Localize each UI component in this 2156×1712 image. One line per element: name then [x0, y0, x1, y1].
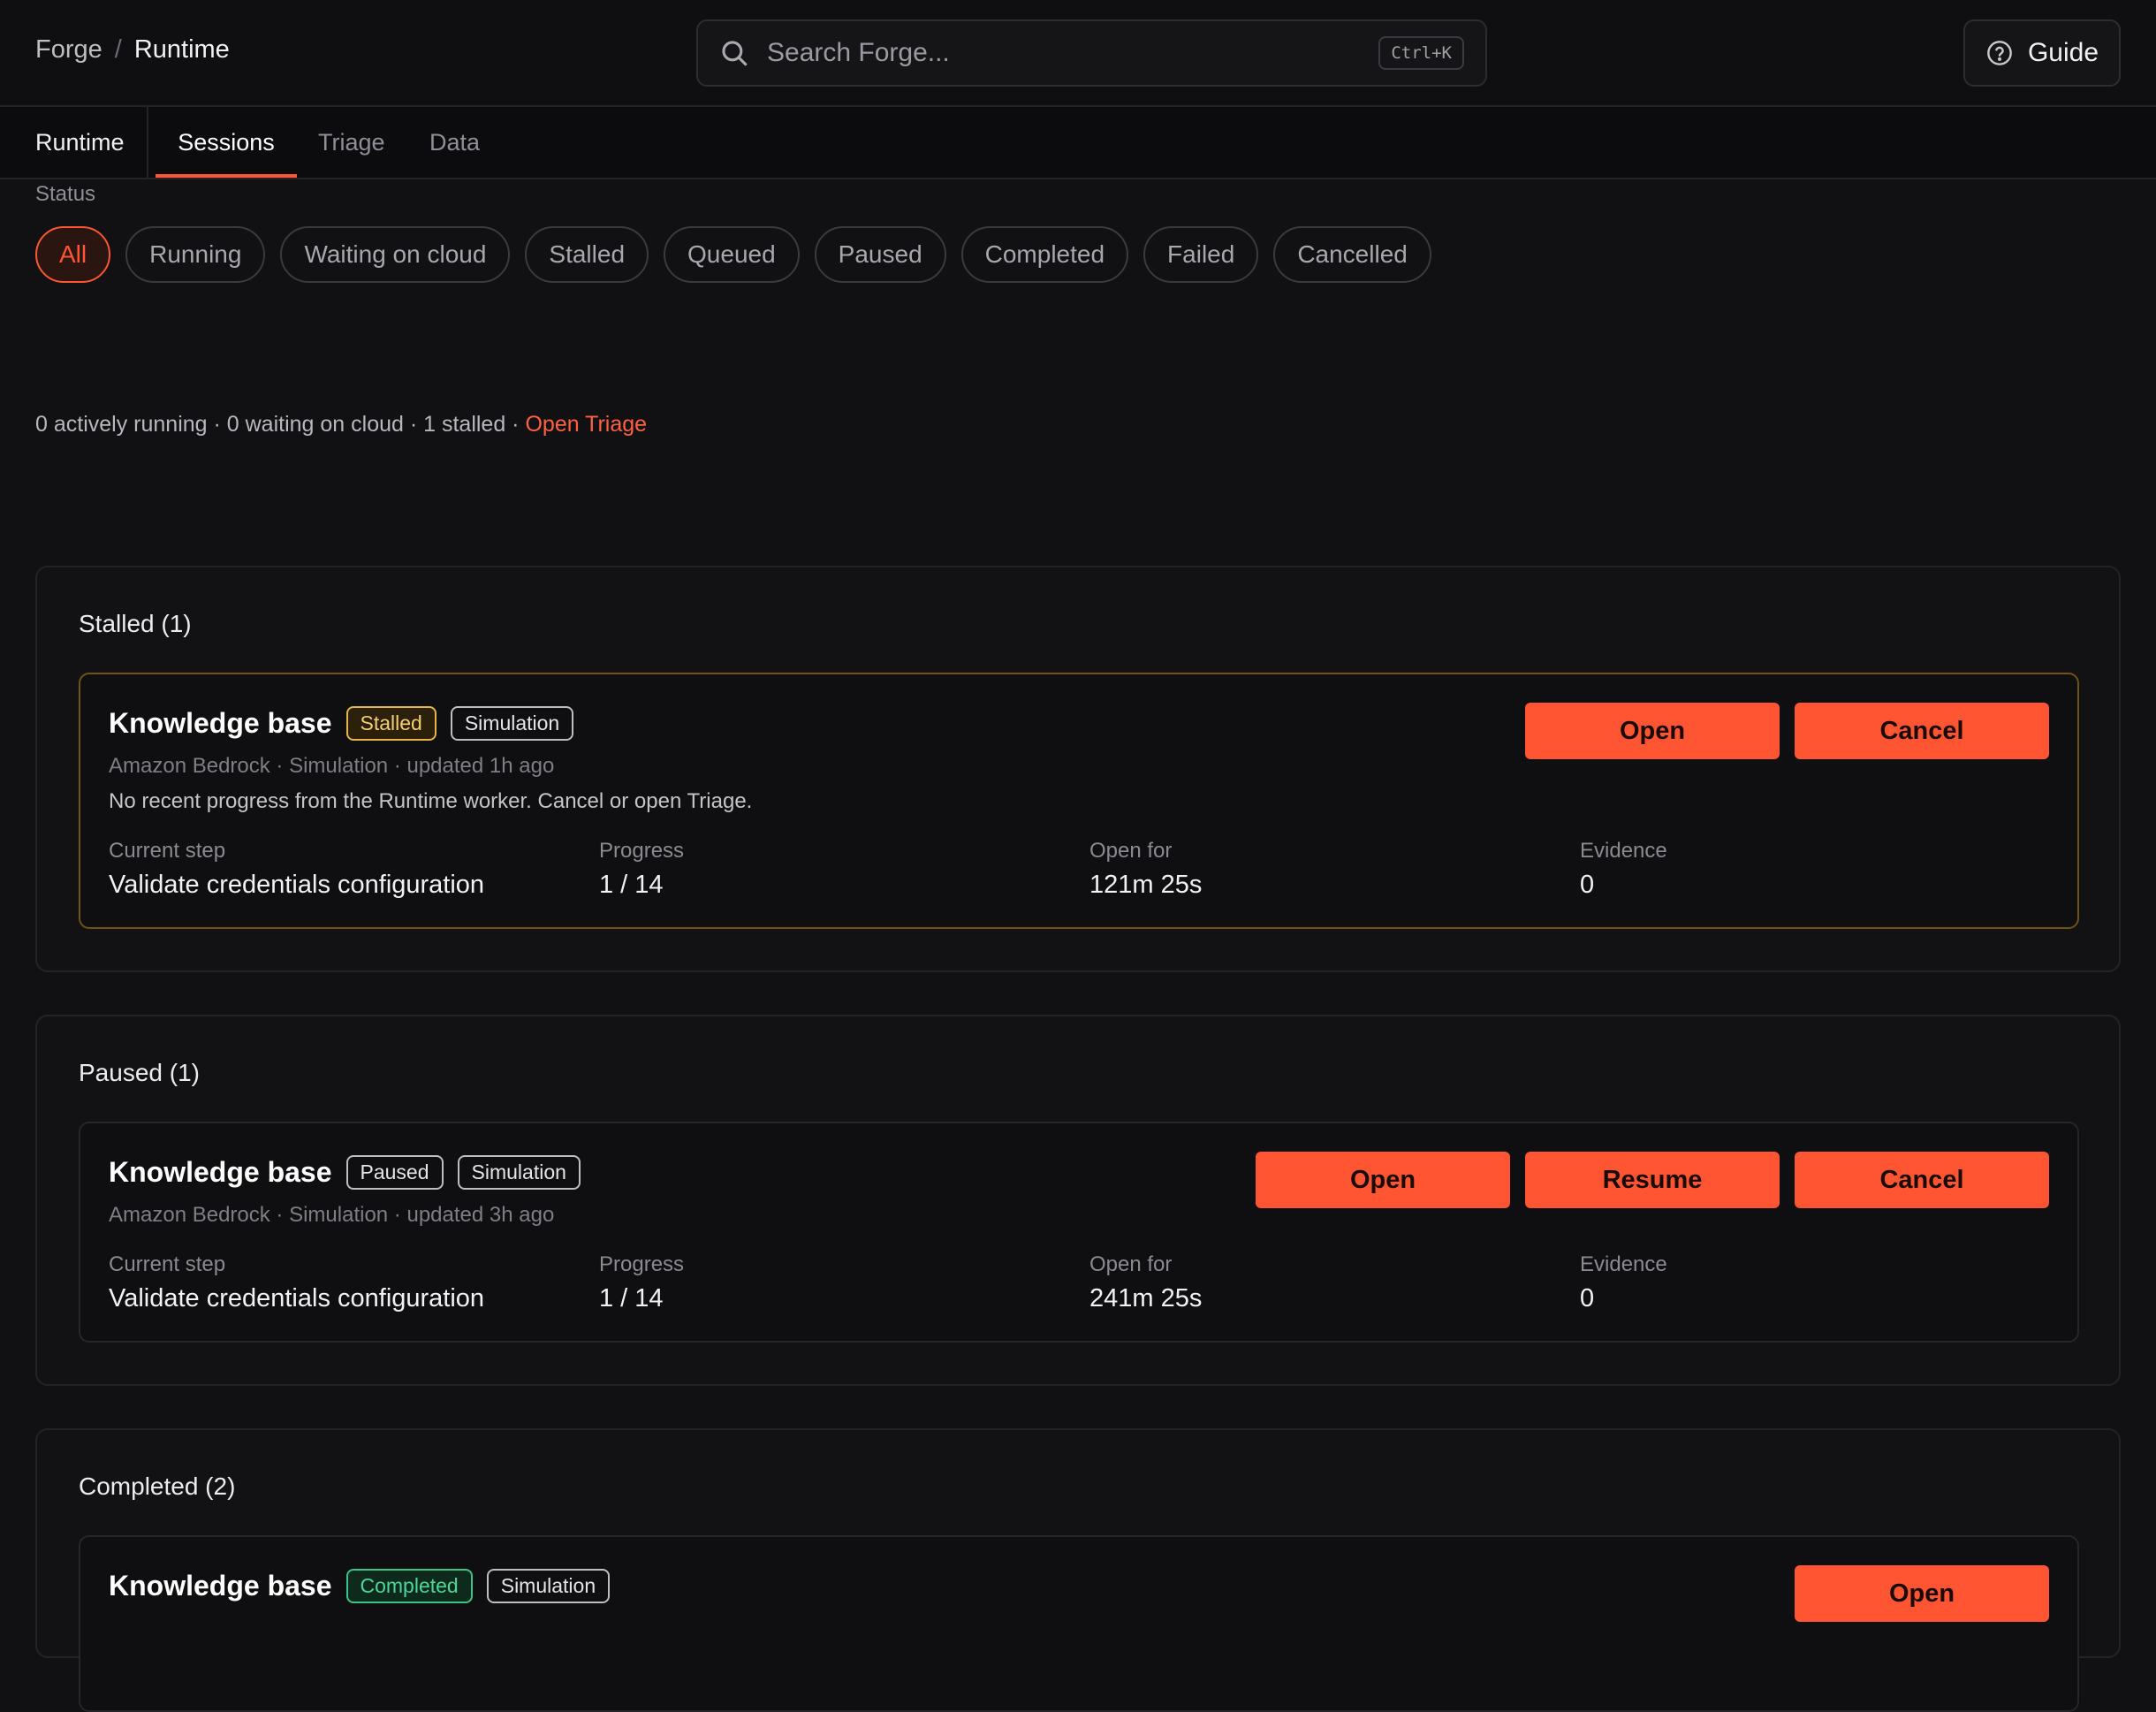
field-current-step: Current step Validate credentials config… [109, 1252, 485, 1313]
filter-cancelled[interactable]: Cancelled [1273, 226, 1431, 283]
status-badge: Stalled [345, 706, 437, 741]
cancel-button[interactable]: Cancel [1795, 1152, 2049, 1208]
mode-badge: Simulation [450, 706, 574, 741]
tab-sessions[interactable]: Sessions [156, 107, 297, 178]
status-filter-pills: All Running Waiting on cloud Stalled Que… [35, 226, 1431, 283]
filter-paused[interactable]: Paused [814, 226, 946, 283]
field-evidence: Evidence 0 [1580, 839, 1667, 899]
session-name: Knowledge base [109, 1156, 332, 1188]
guide-button[interactable]: Guide [1963, 19, 2121, 87]
top-bar: Forge / Runtime Search Forge... Ctrl+K G… [0, 0, 2156, 107]
group-title: Paused (1) [79, 1059, 200, 1086]
field-current-step: Current step Validate credentials config… [109, 839, 485, 899]
breadcrumb-root[interactable]: Forge [35, 35, 102, 65]
breadcrumb: Forge / Runtime [35, 35, 230, 65]
breadcrumb-current: Runtime [133, 35, 230, 64]
card-header: Knowledge base Paused Simulation [109, 1155, 581, 1190]
card-header: Knowledge base Stalled Simulation [109, 706, 574, 741]
card-header: Knowledge base Completed Simulation [109, 1569, 611, 1603]
breadcrumb-separator: / [114, 35, 122, 64]
mode-badge: Simulation [457, 1155, 581, 1190]
filter-completed[interactable]: Completed [960, 226, 1129, 283]
session-card[interactable]: Knowledge base Paused Simulation Amazon … [79, 1122, 2079, 1343]
tab-bar: Runtime Sessions Triage Data [0, 107, 2156, 179]
open-button[interactable]: Open [1525, 703, 1780, 759]
open-button[interactable]: Open [1795, 1565, 2049, 1622]
resume-button[interactable]: Resume [1525, 1152, 1780, 1208]
session-fields: Current step Validate credentials config… [109, 1252, 2070, 1313]
search-icon [722, 41, 748, 66]
session-name: Knowledge base [109, 707, 332, 739]
open-button[interactable]: Open [1256, 1152, 1510, 1208]
filter-waiting-on-cloud[interactable]: Waiting on cloud [280, 226, 511, 283]
open-triage-link[interactable]: Open Triage [525, 412, 647, 437]
field-progress: Progress 1 / 14 [599, 1252, 685, 1313]
card-actions: Open Resume Cancel [1256, 1152, 2049, 1208]
status-badge: Paused [345, 1155, 444, 1190]
session-card[interactable]: Knowledge base Completed Simulation Open [79, 1535, 2079, 1712]
help-circle-icon [1987, 41, 2012, 65]
tab-runtime[interactable]: Runtime [35, 107, 125, 178]
status-filter-label: Status [35, 182, 96, 206]
guide-label: Guide [2027, 38, 2099, 67]
tab-triage[interactable]: Triage [318, 107, 385, 178]
completed-group: Completed (2) Knowledge base Completed S… [35, 1428, 2121, 1712]
field-open-for: Open for 241m 25s [1089, 1252, 1203, 1313]
filter-failed[interactable]: Failed [1143, 226, 1259, 283]
group-title: Stalled (1) [79, 610, 192, 637]
session-meta: Amazon Bedrock · Simulation · updated 1h… [109, 754, 555, 778]
field-progress: Progress 1 / 14 [599, 839, 685, 899]
session-card[interactable]: Knowledge base Stalled Simulation Amazon… [79, 673, 2079, 929]
paused-group: Paused (1) Knowledge base Paused Simulat… [35, 1015, 2121, 1386]
search-shortcut-hint: Ctrl+K [1378, 36, 1464, 70]
group-title: Completed (2) [79, 1472, 236, 1500]
field-open-for: Open for 121m 25s [1089, 839, 1203, 899]
card-actions: Open [1795, 1565, 2049, 1622]
stalled-group: Stalled (1) Knowledge base Stalled Simul… [35, 566, 2121, 972]
summary-text: 0 actively running · 0 waiting on cloud … [35, 412, 526, 437]
field-evidence: Evidence 0 [1580, 1252, 1667, 1313]
filter-queued[interactable]: Queued [664, 226, 800, 283]
filter-all[interactable]: All [35, 226, 111, 283]
tab-data[interactable]: Data [429, 107, 480, 178]
mode-badge: Simulation [486, 1569, 611, 1603]
search-input[interactable]: Search Forge... [767, 38, 1378, 68]
search-box[interactable]: Search Forge... Ctrl+K [696, 19, 1487, 87]
filter-stalled[interactable]: Stalled [525, 226, 649, 283]
filter-running[interactable]: Running [125, 226, 266, 283]
cancel-button[interactable]: Cancel [1795, 703, 2049, 759]
session-fields: Current step Validate credentials config… [109, 839, 2070, 900]
tab-divider [147, 107, 148, 178]
status-badge: Completed [345, 1569, 473, 1603]
card-actions: Open Cancel [1525, 703, 2049, 759]
session-meta: Amazon Bedrock · Simulation · updated 3h… [109, 1203, 555, 1227]
session-summary: 0 actively running · 0 waiting on cloud … [35, 412, 647, 438]
session-note: No recent progress from the Runtime work… [109, 789, 753, 813]
session-name: Knowledge base [109, 1570, 332, 1602]
